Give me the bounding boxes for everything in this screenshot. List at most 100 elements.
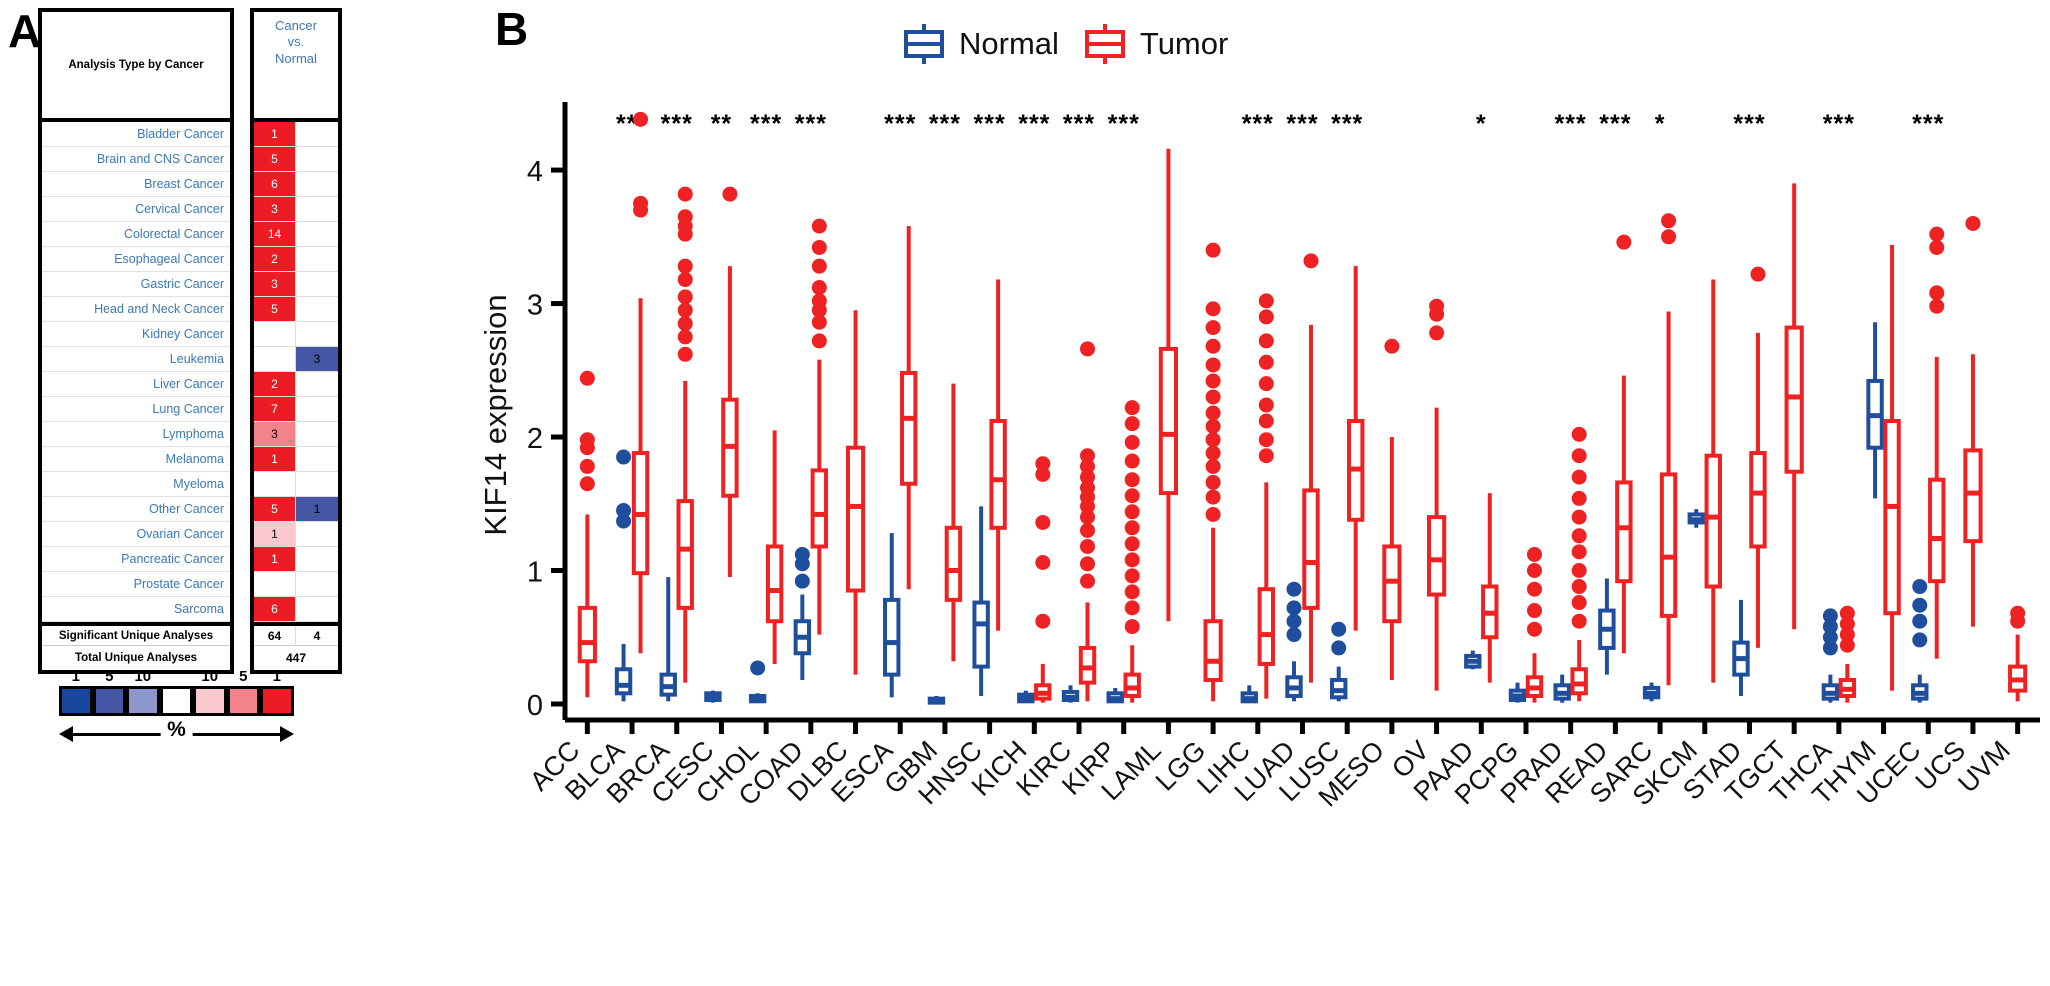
oncomine-row-label[interactable]: Sarcoma [42, 597, 230, 622]
underexpression-cell[interactable] [296, 147, 338, 171]
boxplot-box [1158, 148, 1179, 622]
underexpression-cell[interactable] [296, 422, 338, 446]
overexpression-cell[interactable]: 6 [254, 172, 296, 196]
underexpression-cell[interactable] [296, 297, 338, 321]
overexpression-cell[interactable]: 2 [254, 372, 296, 396]
significant-analyses-values: 64 4 [254, 622, 338, 646]
oncomine-row-values: 6 [254, 597, 338, 622]
overexpression-cell[interactable]: 5 [254, 147, 296, 171]
overexpression-cell[interactable]: 6 [254, 597, 296, 621]
oncomine-row-values: 6 [254, 172, 338, 197]
boxplot-box [659, 577, 677, 702]
underexpression-cell[interactable]: 1 [296, 497, 338, 521]
oncomine-row-label[interactable]: Myeloma [42, 472, 230, 497]
oncomine-row-values: 1 [254, 122, 338, 147]
significance-marker: ** [711, 110, 732, 138]
boxplot-box [1659, 213, 1678, 686]
overexpression-cell[interactable]: 7 [254, 397, 296, 421]
boxplot-box [1061, 685, 1080, 703]
oncomine-row-label[interactable]: Gastric Cancer [42, 272, 230, 297]
arrow-right-icon [280, 726, 294, 742]
underexpression-cell[interactable] [296, 322, 338, 346]
boxplot-box [1382, 338, 1402, 680]
boxplot-box [1346, 266, 1365, 631]
overexpression-cell[interactable]: 3 [254, 197, 296, 221]
overexpression-cell[interactable]: 3 [254, 422, 296, 446]
cancer-type-label: Head and Neck Cancer [94, 302, 224, 316]
underexpression-cell[interactable] [296, 172, 338, 196]
underexpression-cell[interactable]: 3 [296, 347, 338, 371]
boxplot-box [1078, 341, 1097, 702]
underexpression-cell[interactable] [296, 197, 338, 221]
underexpression-cell[interactable] [296, 572, 338, 596]
cancer-type-label: Melanoma [165, 452, 224, 466]
overexpression-cell[interactable]: 1 [254, 122, 296, 146]
overexpression-cell[interactable] [254, 472, 296, 496]
boxplot-box [1302, 253, 1320, 683]
significance-marker: *** [884, 110, 916, 138]
underexpression-cell[interactable] [296, 372, 338, 396]
significance-marker: *** [1599, 110, 1631, 138]
oncomine-row-label[interactable]: Kidney Cancer [42, 322, 230, 347]
boxplot-box [1570, 426, 1588, 702]
oncomine-analysis-column: Analysis Type by Cancer Bladder Cancer Br… [38, 8, 234, 674]
underexpression-cell[interactable] [296, 447, 338, 471]
underexpression-cell[interactable] [296, 472, 338, 496]
underexpression-cell[interactable] [296, 222, 338, 246]
legend-number: 1 [71, 668, 80, 685]
overexpression-cell[interactable]: 5 [254, 297, 296, 321]
significant-under-value: 4 [313, 628, 321, 643]
overexpression-cell[interactable] [254, 572, 296, 596]
cancer-type-label: Bladder Cancer [137, 127, 224, 141]
cancer-vs-normal-line-1: vs. [287, 34, 305, 50]
oncomine-row-label[interactable]: Liver Cancer [42, 372, 230, 397]
boxplot-box [1615, 234, 1633, 654]
cancer-type-label: Esophageal Cancer [114, 252, 224, 266]
oncomine-row-label[interactable]: Brain and CNS Cancer [42, 147, 230, 172]
overexpression-cell[interactable] [254, 322, 296, 346]
underexpression-cell[interactable] [296, 522, 338, 546]
underexpression-cell[interactable] [296, 547, 338, 571]
oncomine-row-label[interactable]: Other Cancer [42, 497, 230, 522]
total-analyses-value: 447 [285, 651, 307, 665]
oncomine-row-values [254, 472, 338, 497]
overexpression-cell[interactable]: 2 [254, 247, 296, 271]
legend-color-swatches [59, 686, 294, 716]
oncomine-row-label[interactable]: Breast Cancer [42, 172, 230, 197]
oncomine-row-label[interactable]: Colorectal Cancer [42, 222, 230, 247]
oncomine-row-label[interactable]: Prostate Cancer [42, 572, 230, 597]
overexpression-cell[interactable]: 5 [254, 497, 296, 521]
cancer-type-label: Pancreatic Cancer [121, 552, 224, 566]
boxplot-box [614, 449, 633, 702]
boxplot-box [944, 383, 963, 662]
overexpression-cell[interactable]: 1 [254, 522, 296, 546]
oncomine-row-values: 51 [254, 497, 338, 522]
overexpression-cell[interactable]: 3 [254, 272, 296, 296]
oncomine-row-label[interactable]: Lung Cancer [42, 397, 230, 422]
oncomine-row-label[interactable]: Esophageal Cancer [42, 247, 230, 272]
overexpression-cell[interactable]: 1 [254, 447, 296, 471]
oncomine-row-label[interactable]: Melanoma [42, 447, 230, 472]
underexpression-cell[interactable] [296, 272, 338, 296]
underexpression-cell[interactable] [296, 247, 338, 271]
cancer-type-label: Gastric Cancer [140, 277, 224, 291]
oncomine-row-label[interactable]: Lymphoma [42, 422, 230, 447]
boxplot-box [1704, 279, 1722, 683]
oncomine-row-label[interactable]: Bladder Cancer [42, 122, 230, 147]
oncomine-row-label[interactable]: Head and Neck Cancer [42, 297, 230, 322]
underexpression-cell[interactable] [296, 597, 338, 621]
significance-marker: *** [661, 110, 693, 138]
oncomine-left-header-label: Analysis Type by Cancer [68, 59, 204, 71]
oncomine-row-label[interactable]: Cervical Cancer [42, 197, 230, 222]
oncomine-row-label[interactable]: Ovarian Cancer [42, 522, 230, 547]
overexpression-cell[interactable] [254, 347, 296, 371]
oncomine-row-values: 3 [254, 347, 338, 372]
boxplot-box [1598, 578, 1616, 675]
oncomine-row-label[interactable]: Leukemia [42, 347, 230, 372]
underexpression-cell[interactable] [296, 397, 338, 421]
oncomine-row-label[interactable]: Pancreatic Cancer [42, 547, 230, 572]
overexpression-cell[interactable]: 14 [254, 222, 296, 246]
significance-marker: *** [1555, 110, 1587, 138]
overexpression-cell[interactable]: 1 [254, 547, 296, 571]
underexpression-cell[interactable] [296, 122, 338, 146]
